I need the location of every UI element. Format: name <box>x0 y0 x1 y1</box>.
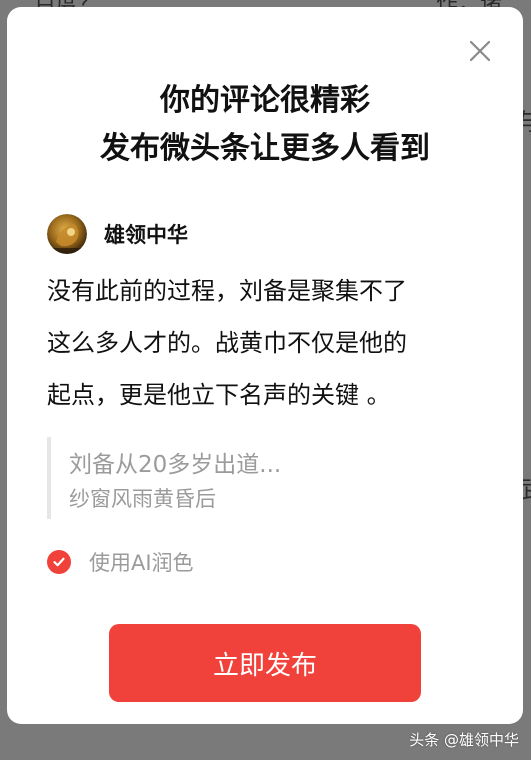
comment-line: 这么多人才的。战黄巾不仅是他的 <box>47 329 407 357</box>
quoted-article-author: 纱窗风雨黄昏后 <box>69 487 216 511</box>
comment-line: 没有此前的过程，刘备是聚集不了 <box>47 277 407 305</box>
quoted-article-title: 刘备从20多岁出道... <box>69 452 282 478</box>
comment-line: 起点，更是他立下名声的关键 。 <box>47 381 391 409</box>
checkmark-icon <box>47 550 71 574</box>
ai-polish-label: 使用AI润色 <box>89 551 194 575</box>
user-row: 雄领中华 <box>47 213 188 255</box>
dialog-title-line: 你的评论很精彩 <box>160 83 370 118</box>
publish-button[interactable]: 立即发布 <box>109 624 421 702</box>
close-icon <box>469 40 491 62</box>
comment-text: 没有此前的过程，刘备是聚集不了 这么多人才的。战黄巾不仅是他的 起点，更是他立下… <box>47 265 487 421</box>
quoted-article[interactable]: 刘备从20多岁出道... 纱窗风雨黄昏后 <box>47 437 481 519</box>
dialog-title: 你的评论很精彩 发布微头条让更多人看到 <box>7 77 523 173</box>
close-button[interactable] <box>465 36 495 66</box>
background-text: ) <box>0 62 1 90</box>
dialog-title-line: 发布微头条让更多人看到 <box>100 131 430 166</box>
avatar <box>47 214 87 254</box>
background-text: ( <box>0 448 1 476</box>
username: 雄领中华 <box>104 223 188 247</box>
publish-dialog: 你的评论很精彩 发布微头条让更多人看到 雄领中华 没有此前的过程，刘备是聚集不了… <box>7 7 523 724</box>
watermark: 头条 @雄领中华 <box>409 731 519 749</box>
ai-polish-toggle[interactable]: 使用AI润色 <box>47 547 194 577</box>
